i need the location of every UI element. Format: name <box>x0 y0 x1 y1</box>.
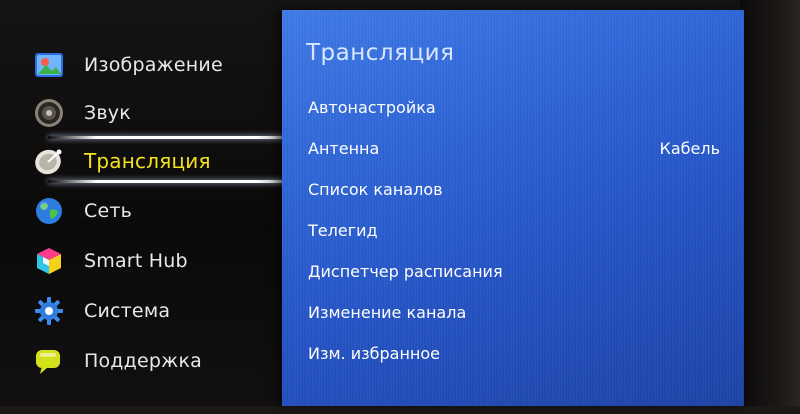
menu-item-label: Система <box>84 300 171 322</box>
submenu-item-channel-list[interactable]: Список каналов <box>308 176 728 206</box>
tv-screen: Изображение Звук Трансляция Сеть Smart H… <box>0 0 800 414</box>
gear-icon <box>32 294 66 328</box>
submenu-item-guide[interactable]: Телегид <box>308 217 728 247</box>
picture-icon <box>32 48 66 82</box>
menu-item-picture[interactable]: Изображение <box>0 42 290 88</box>
submenu-item-label: Автонастройка <box>308 98 436 117</box>
submenu-item-label: Антенна <box>308 139 380 158</box>
speaker-icon <box>32 96 66 130</box>
smart-hub-cube-icon <box>32 244 66 278</box>
menu-item-support[interactable]: Поддержка <box>0 338 290 384</box>
speech-bubble-icon <box>32 344 66 378</box>
menu-item-label: Smart Hub <box>84 250 188 272</box>
globe-icon <box>32 194 66 228</box>
submenu-item-label: Телегид <box>308 221 378 240</box>
menu-item-smart-hub[interactable]: Smart Hub <box>0 238 290 284</box>
submenu-item-schedule-manager[interactable]: Диспетчер расписания <box>308 258 728 288</box>
menu-item-label: Сеть <box>84 200 133 222</box>
submenu-item-auto-tuning[interactable]: Автонастройка <box>308 94 728 124</box>
highlight-line-bottom <box>48 180 292 183</box>
menu-item-network[interactable]: Сеть <box>0 188 290 234</box>
menu-item-label: Изображение <box>84 54 223 76</box>
selection-highlight <box>48 136 292 184</box>
submenu-item-label: Изменение канала <box>308 303 467 322</box>
menu-item-sound[interactable]: Звук <box>0 90 290 136</box>
submenu-item-antenna[interactable]: Антенна Кабель <box>308 135 728 165</box>
menu-item-system[interactable]: Система <box>0 288 290 334</box>
submenu-panel: Трансляция Автонастройка Антенна Кабель … <box>282 10 744 406</box>
submenu-item-label: Список каналов <box>308 180 443 199</box>
menu-item-label: Звук <box>84 102 131 124</box>
submenu-item-edit-favourites[interactable]: Изм. избранное <box>308 340 728 370</box>
antenna-value: Кабель <box>659 139 720 158</box>
submenu-item-label: Изм. избранное <box>308 344 441 363</box>
panel-title: Трансляция <box>306 40 455 66</box>
tv-bezel <box>740 0 800 414</box>
tv-bezel-bottom <box>0 406 800 414</box>
submenu-item-edit-channel[interactable]: Изменение канала <box>308 299 728 329</box>
submenu-item-label: Диспетчер расписания <box>308 262 503 281</box>
highlight-line-top <box>48 136 292 139</box>
menu-item-label: Поддержка <box>84 350 202 372</box>
